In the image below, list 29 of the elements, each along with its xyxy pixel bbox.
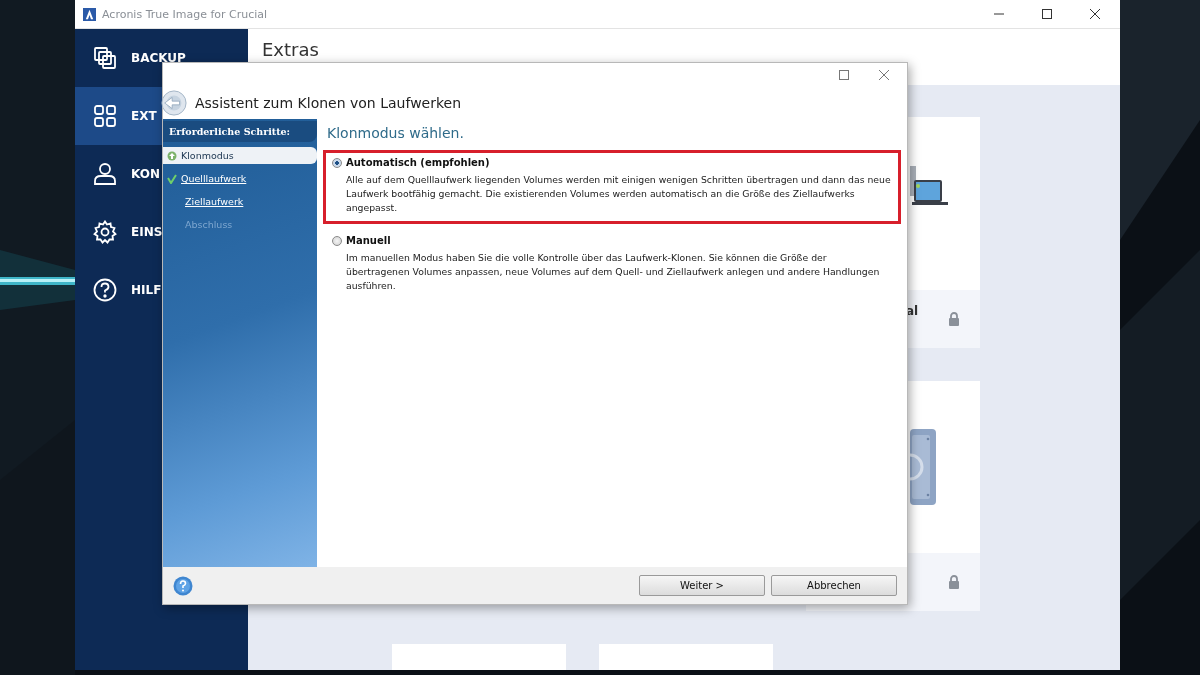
copy-icon <box>93 46 117 70</box>
logo-icon <box>83 7 96 21</box>
close-icon[interactable] <box>1090 9 1100 19</box>
settings-icon <box>93 220 117 244</box>
page-title: Extras <box>262 39 319 61</box>
dialog-button[interactable]: Abbrechen <box>771 575 897 596</box>
step-item[interactable]: Ziellaufwerk <box>163 193 317 210</box>
dialog-button[interactable]: Weiter > <box>639 575 765 596</box>
drive-icon <box>910 429 936 505</box>
step-item[interactable]: Quelllaufwerk <box>163 170 317 187</box>
radio-button[interactable] <box>332 235 342 246</box>
sidebar-item[interactable]: BACKUP <box>75 29 248 87</box>
step-item: Abschluss <box>184 218 234 232</box>
maximize-icon[interactable] <box>1042 9 1052 19</box>
option-description: Im manuellen Modus haben Sie die volle Kontrolle über das Laufwerk-Klonen. Sie können die Größe der übertragenen Volumes anpassen, neue Volumes auf dem Quell- und Ziellaufwerk anlegen und andere Handlungen ausführen. <box>346 251 881 293</box>
window-title: Acronis True Image for Crucial <box>102 7 268 21</box>
help-icon <box>93 278 117 302</box>
option-description: Alle auf dem Quelllaufwerk liegenden Volumes werden mit einigen wenigen Schritten übertragen und dann das neue Laufwerk bootfähig gemacht. Die existierenden Volumes werden automatisch an die Größe des Ziellaufwerks angepasst. <box>346 173 892 215</box>
steps-header: Erforderliche Schritte: <box>163 121 317 142</box>
check-icon <box>167 173 177 184</box>
person-icon <box>93 162 117 186</box>
section-heading: Klonmodus wählen. <box>327 125 465 141</box>
help-icon[interactable] <box>173 575 193 596</box>
grid-icon <box>93 104 117 128</box>
step-item[interactable]: Klonmodus <box>163 147 317 164</box>
radio-option[interactable]: Manuell <box>332 235 892 246</box>
arrow-icon <box>167 150 177 161</box>
radio-option[interactable]: Automatisch (empfohlen) <box>332 157 892 168</box>
radio-button[interactable] <box>332 157 342 168</box>
